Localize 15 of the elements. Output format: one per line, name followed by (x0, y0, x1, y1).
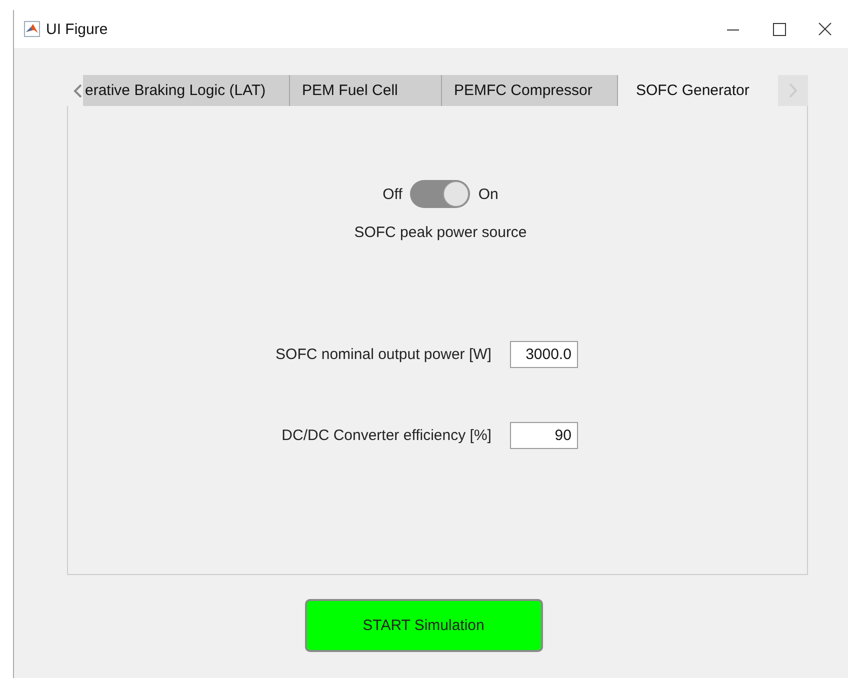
toggle-switch[interactable] (410, 180, 470, 208)
field-label: DC/DC Converter efficiency [%] (280, 427, 492, 444)
window-title: UI Figure (46, 20, 108, 38)
switch-label: On (478, 186, 498, 202)
tab[interactable]: PEMFC Compressor (442, 75, 618, 106)
start-button[interactable]: START Simulation (304, 599, 542, 652)
app-icon (24, 21, 40, 37)
switch-caption: SOFC peak power source (354, 224, 527, 241)
input-field[interactable]: 3000.0 (510, 341, 578, 368)
input-field[interactable]: 90 (510, 422, 578, 449)
tab[interactable]: erative Braking Logic (LAT) (83, 75, 290, 106)
tab[interactable]: PEM Fuel Cell (290, 75, 442, 106)
scroll-left-icon[interactable] (73, 84, 83, 98)
switch-label: Off (382, 186, 402, 202)
field-label: SOFC nominal output power [W] (276, 346, 492, 363)
